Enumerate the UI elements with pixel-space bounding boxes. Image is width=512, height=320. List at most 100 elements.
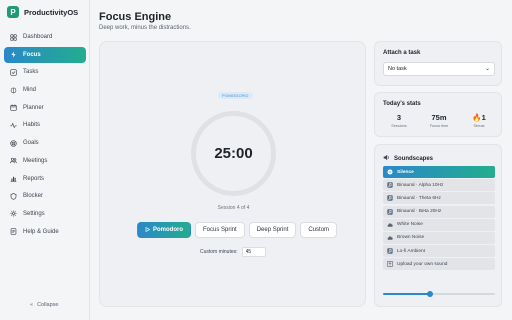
music-note-icon	[387, 195, 393, 202]
mode-pomodoro-button[interactable]: Pomodoro	[137, 222, 191, 238]
play-icon	[145, 226, 151, 234]
cloud-icon	[387, 222, 393, 228]
sidebar-item-meetings[interactable]: Meetings	[4, 153, 86, 169]
brand-name: ProductivityOS	[24, 7, 79, 17]
mode-custom-button[interactable]: Custom	[300, 222, 338, 238]
sidebar-item-mind[interactable]: Mind	[4, 82, 86, 98]
mode-button-label: Focus Sprint	[203, 227, 237, 233]
sidebar-item-label: Planner	[23, 104, 44, 111]
soundscapes-panel: Soundscapes Silence Binaural · Alpha 10Hz…	[374, 144, 502, 307]
soundscape-brown-noise[interactable]: Brown Noise	[383, 231, 495, 244]
sidebar-item-label: Mind	[23, 87, 37, 94]
volume-slider[interactable]	[383, 291, 495, 297]
soundscape-binaural-theta-6hz[interactable]: Binaural · Theta 6Hz	[383, 192, 495, 205]
target-icon	[9, 139, 17, 147]
timer-display: 25:00	[214, 145, 253, 162]
soundscape-label: White Noise	[397, 222, 423, 228]
checkbox-icon	[9, 68, 17, 76]
soundscape-binaural-alpha-10hz[interactable]: Binaural · Alpha 10Hz	[383, 179, 495, 192]
sidebar-item-label: Blocker	[23, 193, 44, 200]
sidebar-item-focus[interactable]: Focus	[4, 46, 86, 63]
custom-minutes-row: Custom minutes:	[200, 247, 266, 257]
stat-value: 75m	[431, 113, 447, 122]
sidebar-item-label: Settings	[23, 210, 45, 217]
chart-icon	[9, 175, 17, 183]
mode-focus-sprint-button[interactable]: Focus Sprint	[195, 222, 245, 238]
session-counter: Session 4 of 4	[217, 205, 250, 211]
sidebar-item-label: Tasks	[23, 69, 39, 76]
volume-fill	[383, 293, 431, 295]
task-select[interactable]: No task ⌄	[383, 62, 495, 76]
soundscape-label: Binaural · Theta 6Hz	[397, 195, 441, 201]
soundscape-label: Binaural · Alpha 10Hz	[397, 182, 444, 188]
soundscape-label: Binaural · Beta 20Hz	[397, 209, 442, 215]
soundscape-binaural-beta-20hz[interactable]: Binaural · Beta 20Hz	[383, 205, 495, 218]
sidebar-item-habits[interactable]: Habits	[4, 117, 86, 133]
timer-card: POMODORO 25:00 Session 4 of 4 Pomodoro Fo…	[99, 41, 366, 307]
stat-value: 3	[396, 113, 402, 122]
mode-button-label: Pomodoro	[153, 227, 183, 233]
sidebar-item-planner[interactable]: Planner	[4, 100, 86, 116]
sidebar-nav: Dashboard Focus Tasks Mind Planner Habits Goal…	[4, 29, 86, 241]
soundscape-upload-your-own-sound[interactable]: Upload your own sound	[383, 258, 495, 271]
soundscape-lo-fi-ambient[interactable]: Lo-fi Ambient	[383, 245, 495, 258]
stat-label: Sessions	[391, 124, 407, 128]
speaker-icon	[383, 154, 390, 163]
mode-selector: Pomodoro Focus Sprint Deep Sprint Custom	[137, 222, 338, 238]
soundscapes-title: Soundscapes	[394, 155, 434, 162]
attach-task-title: Attach a task	[383, 50, 421, 56]
stat-streak: 🔥1 Streak	[461, 113, 497, 128]
task-select-value: No task	[388, 66, 407, 72]
stat-label: Streak	[473, 124, 485, 128]
stat-focus-time: 75m Focus time	[421, 113, 457, 128]
custom-minutes-input[interactable]	[241, 247, 266, 257]
help-icon	[9, 228, 17, 236]
brand-logo: P	[7, 6, 19, 18]
sidebar-item-label: Goals	[23, 140, 39, 147]
page-subtitle: Deep work, minus the distractions.	[99, 25, 191, 31]
cloud-icon	[387, 235, 393, 241]
mute-icon	[387, 169, 393, 175]
volume-thumb[interactable]	[427, 291, 434, 297]
mode-deep-sprint-button[interactable]: Deep Sprint	[248, 222, 297, 238]
sidebar: P ProductivityOS Dashboard Focus Tasks Mind…	[0, 0, 90, 320]
soundscape-label: Brown Noise	[397, 235, 425, 241]
sidebar-item-label: Help & Guide	[23, 228, 59, 235]
soundscape-list: Silence Binaural · Alpha 10Hz Binaural · T…	[383, 166, 495, 272]
sidebar-item-reports[interactable]: Reports	[4, 171, 86, 187]
stats-panel: Today's stats 3 Sessions 75m Focus time …	[374, 92, 502, 137]
sidebar-item-label: Dashboard	[23, 34, 53, 40]
attach-task-panel: Attach a task No task ⌄	[374, 41, 502, 86]
soundscape-label: Upload your own sound	[397, 261, 448, 267]
sidebar-item-goals[interactable]: Goals	[4, 135, 86, 151]
sidebar-item-tasks[interactable]: Tasks	[4, 64, 86, 80]
sidebar-item-label: Habits	[23, 122, 41, 129]
stat-sessions: 3 Sessions	[381, 113, 417, 128]
sidebar-item-dashboard[interactable]: Dashboard	[4, 29, 86, 45]
calendar-icon	[9, 104, 17, 112]
stat-label: Focus time	[429, 124, 449, 128]
soundscape-white-noise[interactable]: White Noise	[383, 218, 495, 231]
sidebar-item-settings[interactable]: Settings	[4, 206, 86, 222]
chevron-down-icon: ⌄	[484, 66, 490, 72]
pulse-icon	[9, 121, 17, 129]
music-note-icon	[387, 208, 393, 215]
brand[interactable]: P ProductivityOS	[7, 6, 78, 18]
page-title: Focus Engine	[99, 11, 172, 23]
collapse-button[interactable]: « Collapse	[30, 302, 58, 308]
sidebar-item-label: Focus	[23, 51, 41, 58]
people-icon	[9, 157, 17, 165]
mode-button-label: Custom	[308, 227, 330, 233]
soundscape-silence[interactable]: Silence	[383, 166, 495, 178]
block-icon	[9, 192, 17, 200]
music-note-icon	[387, 182, 393, 188]
soundscapes-header: Soundscapes	[383, 154, 433, 163]
sidebar-item-blocker[interactable]: Blocker	[4, 188, 86, 204]
sidebar-item-label: Meetings	[23, 157, 48, 164]
upload-icon	[387, 261, 393, 268]
mode-button-label: Deep Sprint	[256, 227, 289, 233]
lightning-icon	[9, 51, 17, 59]
stats-title: Today's stats	[383, 101, 421, 107]
sidebar-item-help-guide[interactable]: Help & Guide	[4, 224, 86, 240]
soundscape-label: Lo-fi Ambient	[397, 248, 425, 254]
